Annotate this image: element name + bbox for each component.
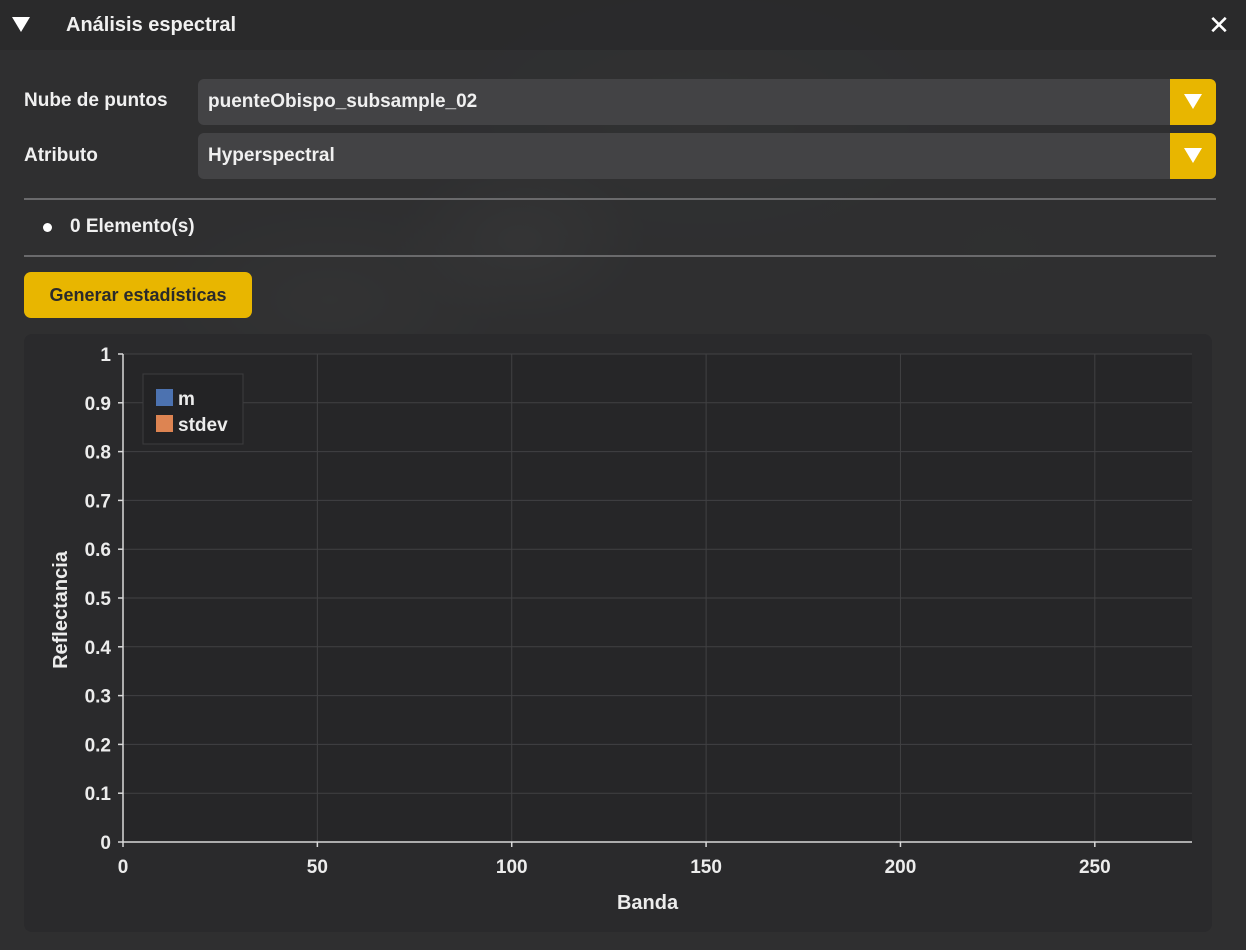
x-tick-label: 100 — [496, 857, 528, 878]
y-tick-label: 0.8 — [85, 443, 111, 464]
x-tick-label: 50 — [307, 857, 328, 878]
x-tick-label: 200 — [885, 857, 917, 878]
chevron-down-icon — [1184, 148, 1202, 163]
point-cloud-label: Nube de puntos — [24, 90, 168, 111]
y-tick-label: 0.4 — [85, 638, 112, 659]
legend-label-stdev: stdev — [178, 415, 228, 436]
attribute-select[interactable]: Hyperspectral — [198, 133, 1216, 179]
point-cloud-select[interactable]: puenteObispo_subsample_02 — [198, 79, 1216, 125]
spectral-plot-panel: 0 50 100 150 200 250 0 0.1 0.2 0.3 0.4 0.5 0.6 0.7 0.8… — [24, 334, 1212, 932]
window-titlebar: Análisis espectral ✕ — [0, 0, 1246, 50]
legend-swatch-m — [156, 389, 173, 406]
point-cloud-dropdown-button[interactable] — [1170, 79, 1216, 125]
separator — [24, 198, 1216, 200]
point-cloud-value: puenteObispo_subsample_02 — [208, 91, 478, 112]
collapse-arrow-icon[interactable] — [12, 17, 30, 32]
y-tick-label: 0.6 — [85, 540, 111, 561]
close-icon[interactable]: ✕ — [1206, 10, 1232, 40]
attribute-label: Atributo — [24, 145, 98, 166]
y-tick-label: 0.5 — [85, 589, 112, 610]
x-tick-label: 0 — [118, 857, 129, 878]
legend-swatch-stdev — [156, 415, 173, 432]
y-tick-label: 0.7 — [85, 491, 111, 512]
y-tick-label: 0.1 — [85, 784, 112, 805]
legend-label-m: m — [178, 389, 195, 410]
attribute-value: Hyperspectral — [208, 145, 335, 166]
x-axis-label: Banda — [617, 892, 679, 914]
elements-count: 0 Elemento(s) — [70, 216, 195, 237]
spectral-analysis-window: Análisis espectral ✕ Nube de puntos puen… — [0, 0, 1246, 950]
spectral-plot[interactable]: 0 50 100 150 200 250 0 0.1 0.2 0.3 0.4 0.5 0.6 0.7 0.8… — [24, 334, 1212, 932]
y-tick-label: 1 — [100, 345, 111, 366]
y-tick-label: 0.3 — [85, 687, 111, 708]
chevron-down-icon — [1184, 94, 1202, 109]
y-axis-label: Reflectancia — [50, 550, 72, 669]
separator — [24, 255, 1216, 257]
x-tick-label: 250 — [1079, 857, 1111, 878]
y-tick-label: 0 — [100, 833, 111, 854]
attribute-dropdown-button[interactable] — [1170, 133, 1216, 179]
bullet-icon — [43, 223, 52, 232]
y-tick-label: 0.9 — [85, 394, 111, 415]
y-tick-label: 0.2 — [85, 735, 111, 756]
x-tick-label: 150 — [690, 857, 722, 878]
window-title: Análisis espectral — [66, 14, 237, 36]
generate-statistics-button[interactable]: Generar estadísticas — [24, 272, 252, 318]
